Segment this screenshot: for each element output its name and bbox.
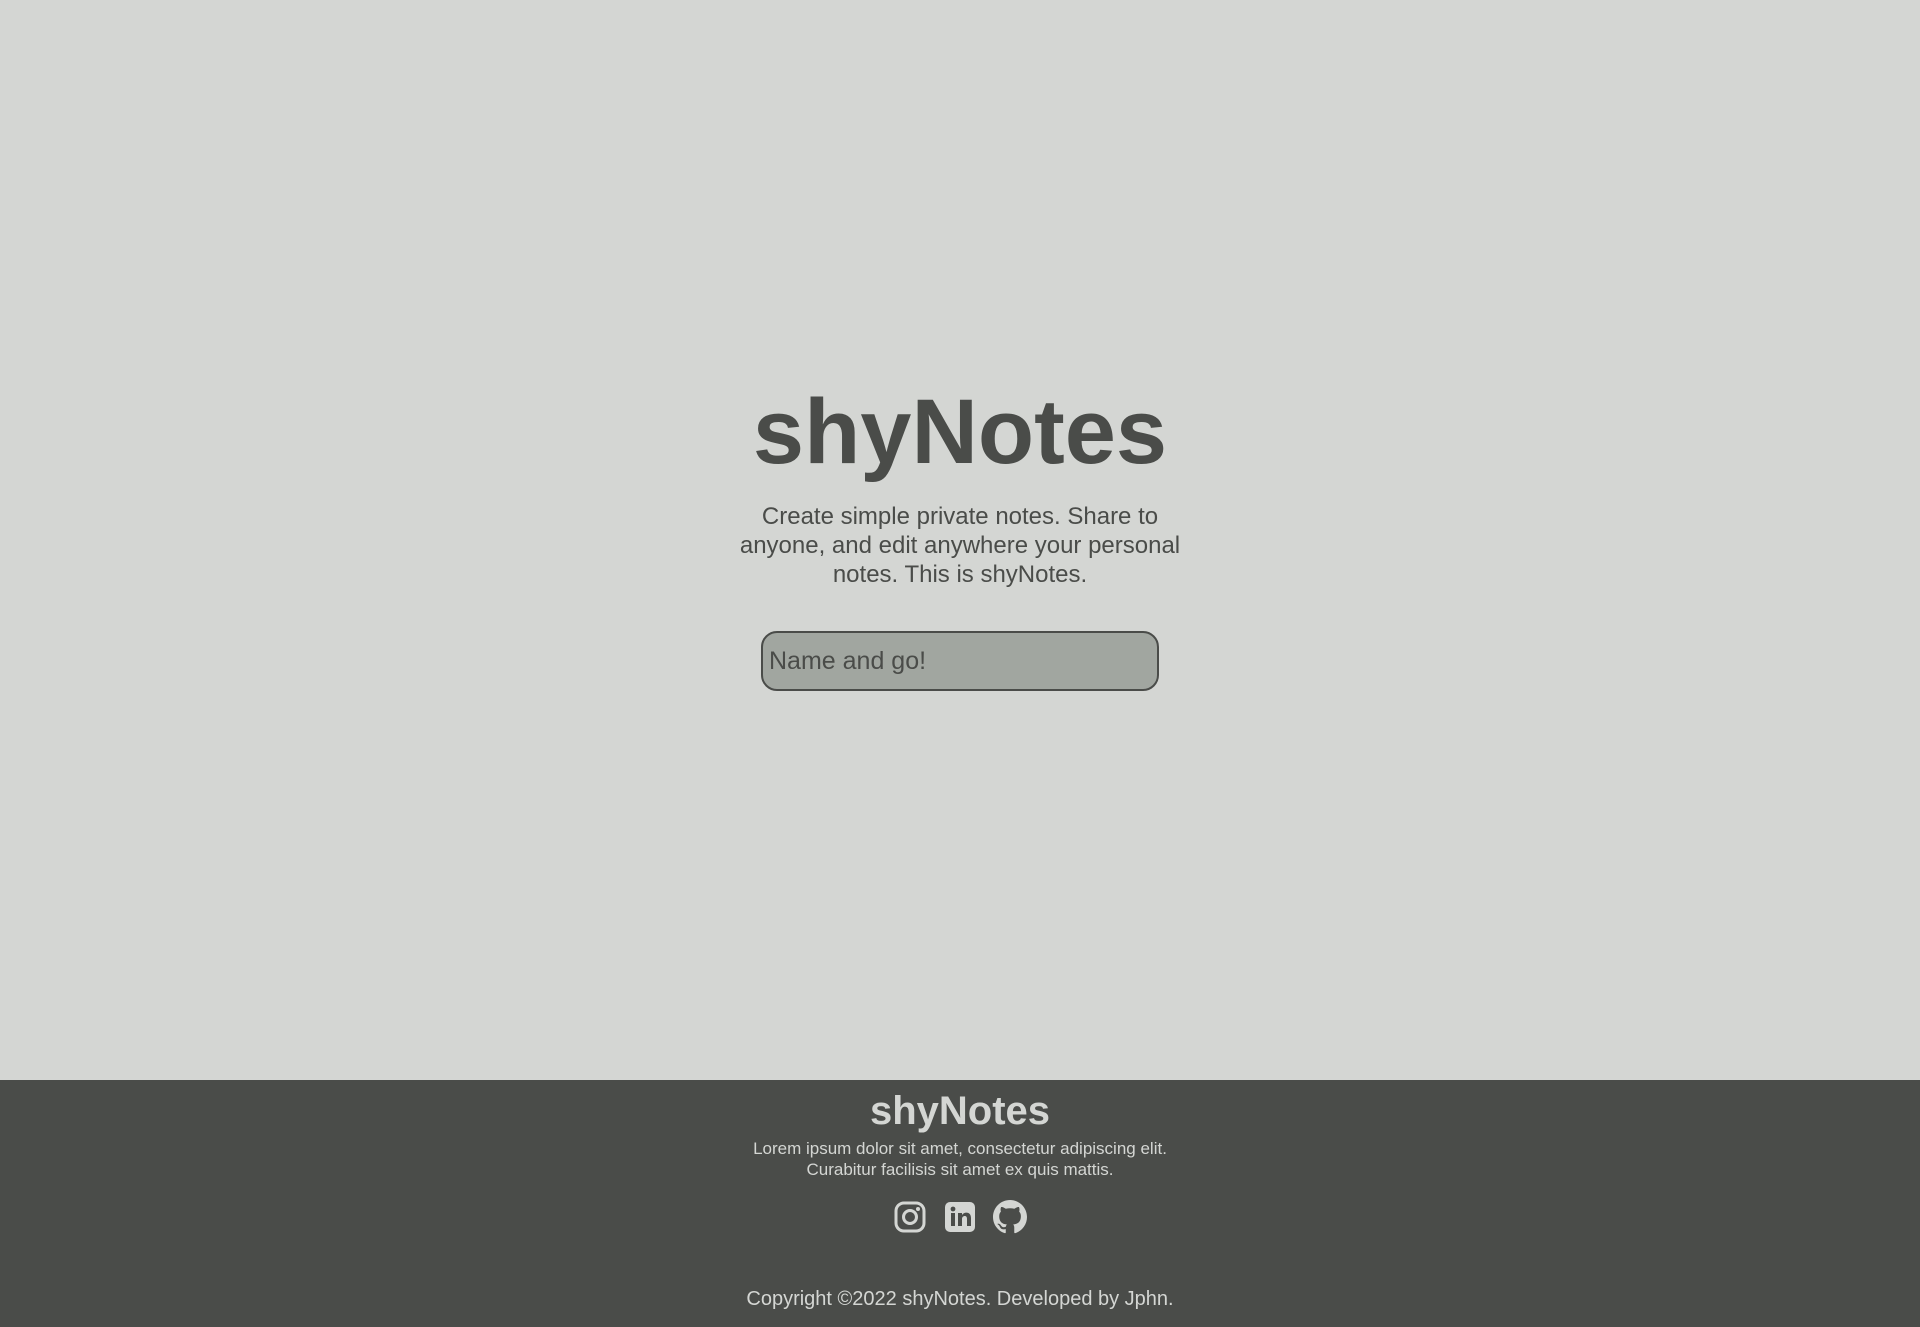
footer-description-line: Lorem ipsum dolor sit amet, consectetur … [753, 1139, 1167, 1158]
page-title: shyNotes [752, 381, 1168, 483]
footer-description-line: Curabitur facilisis sit amet ex quis mat… [806, 1160, 1114, 1179]
github-icon [993, 1200, 1027, 1234]
social-links [893, 1200, 1027, 1234]
instagram-icon [894, 1201, 926, 1233]
hero-description: Create simple private notes. Share to an… [739, 503, 1181, 588]
copyright-text: Copyright ©2022 shyNotes. Developed by J… [746, 1288, 1174, 1310]
linkedin-icon [945, 1202, 975, 1232]
footer-description: Lorem ipsum dolor sit amet, consectetur … [730, 1138, 1190, 1180]
footer: shyNotes Lorem ipsum dolor sit amet, con… [0, 1080, 1920, 1327]
hero-section: shyNotes Create simple private notes. Sh… [0, 0, 1920, 1080]
footer-title: shyNotes [869, 1089, 1051, 1133]
github-link[interactable] [993, 1200, 1027, 1234]
instagram-link[interactable] [893, 1200, 927, 1234]
note-name-input[interactable] [761, 631, 1159, 691]
linkedin-link[interactable] [943, 1200, 977, 1234]
